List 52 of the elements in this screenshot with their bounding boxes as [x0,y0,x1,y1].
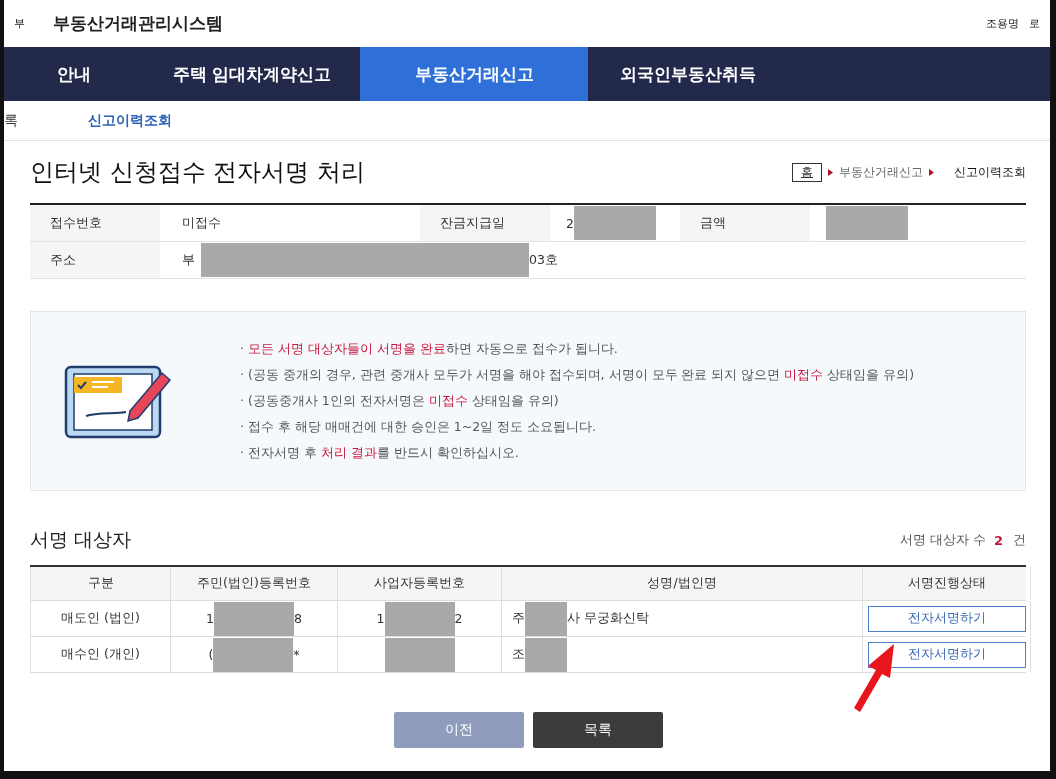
nav-tab[interactable]: 외국인부동산취득 [588,47,788,101]
cell-text: 1 [376,611,385,626]
caret-icon [929,168,934,176]
user-name: 조용명 [986,16,1019,31]
column-header: 구분 [31,567,171,600]
table-cell: 매수인 (개인) [31,637,171,672]
table-cell: 매도인 (법인) [31,601,171,636]
notice-text: · (공동 중개의 경우, 관련 중개사 모두가 서명을 해야 접수되며, 서명이 모두 완료 되지 않으면 미접수 상태임을 유의) [240,366,915,384]
breadcrumb-item[interactable]: 부동산거래신고 [839,163,923,181]
cell-text: 2 [454,611,463,626]
cell-text: 조 [512,646,525,663]
nav-tab[interactable]: 안내 [4,47,144,101]
system-title: 부동산거래관리시스템 [53,12,223,35]
breadcrumb-item[interactable]: 신고이력조회 [954,163,1026,181]
notice-text: · 접수 후 해당 매매건에 대한 승인은 1~2일 정도 소요됩니다. [240,418,598,436]
column-header: 사업자등록번호 [338,567,502,600]
cell-text: 2 [566,215,574,231]
cell-text: 8 [294,611,302,626]
count-label: 서명 대상자 수 [900,531,986,549]
column-header: 성명/법인명 [502,567,863,600]
notice-text: · (공동중개사 1인의 전자서명은 미접수 상태임을 유의) [240,392,560,410]
caret-icon [828,168,833,176]
column-header: 서명진행상태 [863,567,1031,600]
cell-text: 사 무궁화신탁 [567,610,649,627]
list-button[interactable]: 목록 [532,712,663,748]
count-value: 2 [993,532,1003,548]
logout-link[interactable]: 로 [1029,16,1040,31]
subnav-link[interactable]: 록 [4,111,18,130]
cell-text: ( [208,647,214,662]
nav-tab[interactable]: 부동산거래신고 [360,47,588,101]
cell-text: * [293,647,300,662]
cell-text: 부 [182,251,195,269]
field-label: 접수번호 [30,205,160,241]
notice-text: · 모든 서명 대상자들이 서명을 완료하면 자동으로 접수가 됩니다. [240,340,619,358]
section-title: 서명 대상자 [30,527,132,552]
cell-text: 03호 [529,251,558,269]
nav-tab[interactable]: 주택 임대차계약신고 [144,47,360,101]
subnav-link[interactable]: 신고이력조회 [88,111,172,130]
field-label: 금액 [680,205,810,241]
notice-text: · 전자서명 후 처리 결과를 반드시 확인하십시오. [240,444,520,462]
cell-text: 주 [512,610,525,627]
count-unit: 건 [1013,531,1026,549]
page-title: 인터넷 신청접수 전자서명 처리 [30,157,365,188]
field-label: 주소 [30,242,160,278]
sign-button[interactable]: 전자서명하기 [867,641,1026,668]
home-link[interactable]: 홈 [792,162,822,182]
header-text: 부 [14,16,25,31]
field-label: 잔금지급일 [420,205,550,241]
sign-button[interactable]: 전자서명하기 [867,605,1026,632]
column-header: 주민(법인)등록번호 [171,567,338,600]
cell-text: 미접수 [182,214,221,232]
cell-text: 1 [206,611,214,626]
